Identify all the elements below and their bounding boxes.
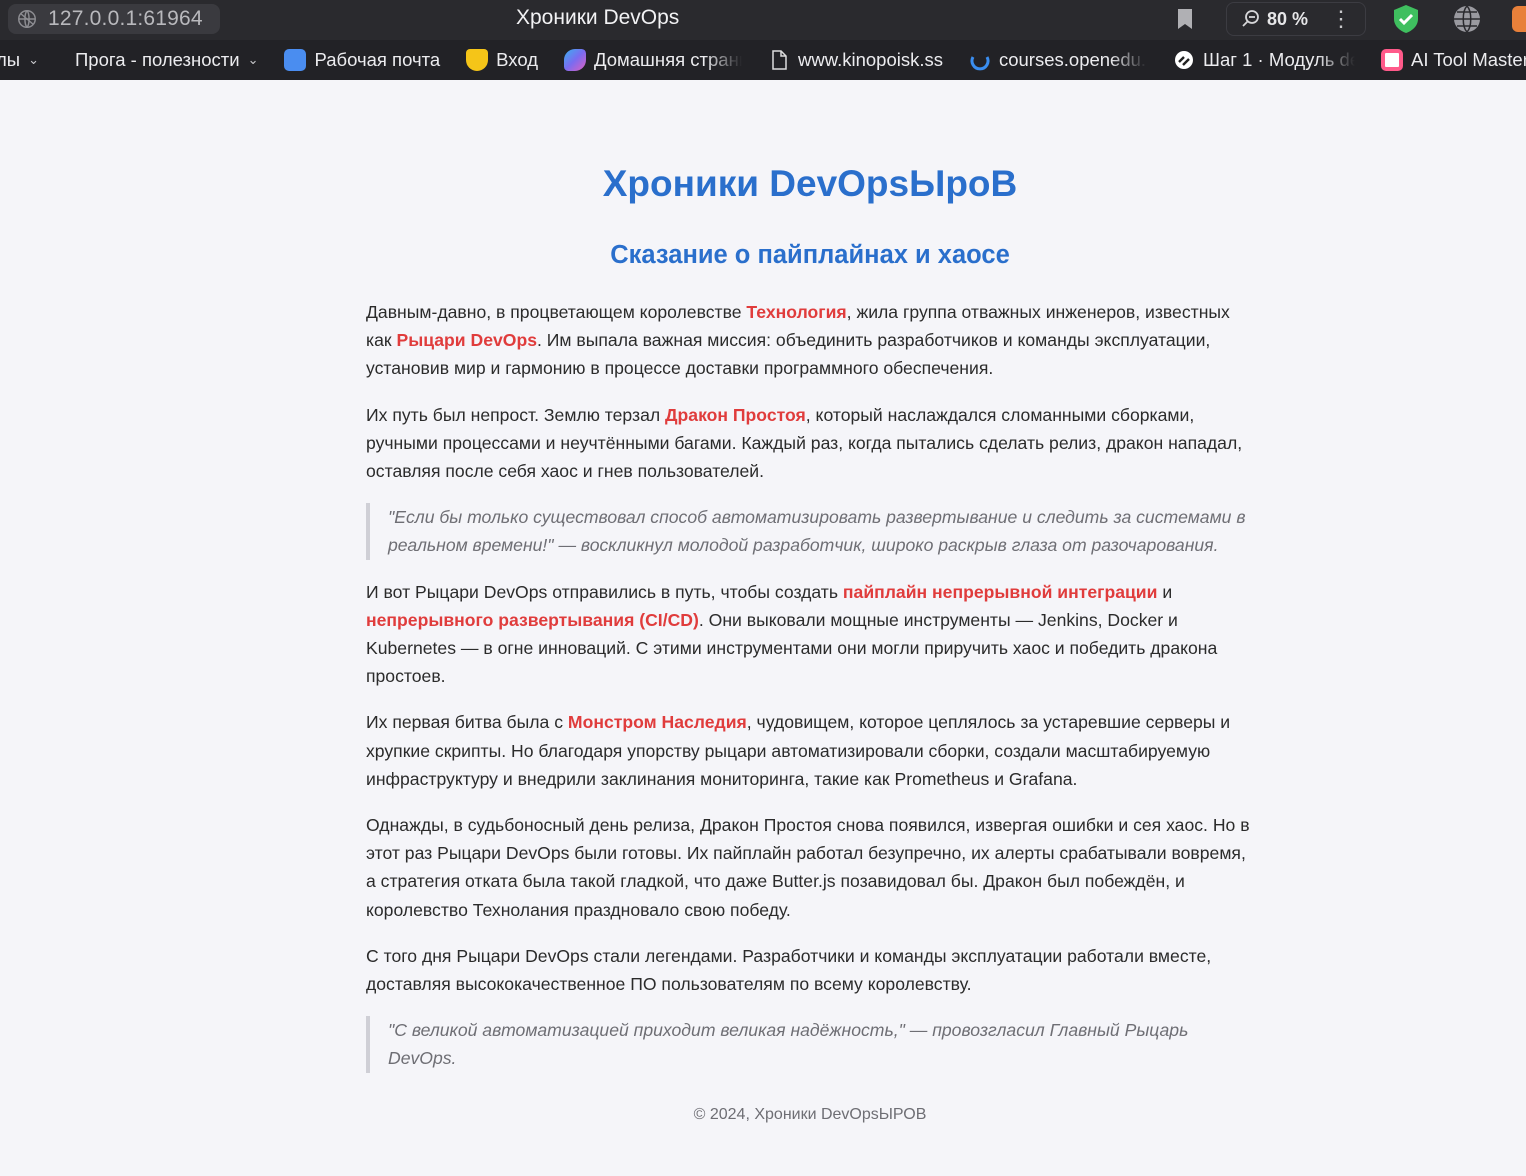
page-subtitle: Сказание о пайплайнах и хаосе bbox=[610, 241, 1010, 269]
bookmark-label: Рабочая почта bbox=[314, 49, 441, 70]
address-bar[interactable]: 127.0.0.1:61964 bbox=[8, 4, 220, 34]
highlight-cd: непрерывного развертывания (CI/CD) bbox=[366, 609, 699, 630]
paragraph-4: Их первая битва была с Монстром Наследия… bbox=[366, 708, 1254, 793]
text: Их первая битва была с bbox=[366, 712, 568, 733]
paragraph-6: С того дня Рыцари DevOps стали легендами… bbox=[366, 945, 1212, 995]
page-viewport: Хроники DevOpsЫроВ Сказание о пайплайнах… bbox=[0, 80, 1526, 1176]
paragraph-1: Давным-давно, в процветающем королевстве… bbox=[366, 298, 1254, 383]
browser-top-bar: 127.0.0.1:61964 Хроники DevOps 80 % ⋮ bbox=[0, 0, 1526, 40]
blockquote-1: "Если бы только существовал способ автом… bbox=[366, 503, 1254, 560]
bookmark-label: www.kinopoisk.ss bbox=[798, 49, 943, 70]
chevron-down-icon: ⌄ bbox=[28, 52, 39, 67]
highlight-ci: пайплайн непрерывной интеграции bbox=[842, 581, 1158, 602]
shield-check-icon[interactable] bbox=[1390, 3, 1422, 35]
bookmark-label: AI Tool Master List bbox=[1410, 49, 1526, 70]
zoom-level: 80 % bbox=[1267, 8, 1309, 29]
clickup-icon bbox=[1380, 49, 1403, 71]
highlight-technolandia: Технология bbox=[746, 302, 847, 322]
footer: © 2024, Хроники DevOpsЫРОВ bbox=[693, 1106, 927, 1123]
bookmark-label: Домашняя страни bbox=[594, 49, 743, 70]
text: И вот Рыцари DevOps отправились в путь, … bbox=[366, 581, 843, 602]
site-info-icon[interactable] bbox=[16, 8, 38, 30]
bookmark-icon[interactable] bbox=[1174, 7, 1196, 31]
text: Их путь был непрост. Землю терзал bbox=[366, 404, 666, 425]
story-body: Давным-давно, в процветающем королевстве… bbox=[366, 298, 1254, 1091]
bookmark-label: Шаг 1 · Модуль de bbox=[1202, 49, 1355, 70]
highlight-dragon: Дракон Простоя bbox=[665, 404, 806, 425]
zoom-icon bbox=[1242, 10, 1259, 27]
language-globe-icon[interactable] bbox=[1452, 4, 1482, 34]
bookmarks-bar: лы ⌄ Прога - полезности ⌄ Рабочая почта … bbox=[0, 40, 1526, 80]
paragraph-5: Однажды, в судьбоносный день релиза, Дра… bbox=[366, 815, 1250, 920]
chevron-down-icon: ⌄ bbox=[247, 52, 259, 67]
bookmark-folder-1[interactable]: лы ⌄ bbox=[0, 49, 39, 71]
bookmark-work-mail[interactable]: Рабочая почта bbox=[284, 49, 440, 71]
text: Давным-давно, в процветающем королевстве bbox=[366, 302, 747, 322]
bookmark-label: courses.openedu.r bbox=[998, 49, 1147, 70]
bookmark-openedu[interactable]: courses.openedu.r bbox=[969, 49, 1147, 71]
bookmark-folder-2[interactable]: Прога - полезности ⌄ bbox=[75, 49, 258, 71]
bookmark-kinopoisk[interactable]: www.kinopoisk.ss bbox=[768, 49, 943, 71]
shield-badge-icon bbox=[466, 49, 489, 71]
paragraph-3: И вот Рыцари DevOps отправились в путь, … bbox=[366, 578, 1254, 691]
bookmark-stepik[interactable]: Шаг 1 · Модуль de bbox=[1173, 49, 1355, 71]
document-icon bbox=[772, 50, 787, 70]
highlight-legacy-monster: Монстром Наследия bbox=[567, 712, 747, 733]
bookmark-label: Вход bbox=[496, 49, 539, 70]
copilot-icon bbox=[564, 49, 587, 71]
bookmark-label: лы bbox=[0, 49, 21, 70]
mail-icon bbox=[284, 49, 307, 71]
paragraph-2: Их путь был непрост. Землю терзал Дракон… bbox=[366, 401, 1254, 486]
bookmark-home[interactable]: Домашняя страни bbox=[564, 49, 742, 71]
url-text[interactable]: 127.0.0.1:61964 bbox=[48, 7, 203, 31]
extension-icon[interactable] bbox=[1512, 6, 1526, 32]
highlight-knights: Рыцари DevOps bbox=[396, 330, 537, 351]
loader-icon bbox=[970, 56, 990, 71]
tab-title: Хроники DevOps bbox=[516, 6, 680, 29]
text: и bbox=[1157, 581, 1173, 602]
bookmark-label: Прога - полезности bbox=[75, 49, 240, 70]
more-menu-icon[interactable]: ⋮ bbox=[1330, 6, 1352, 32]
bookmark-ai-tools[interactable]: AI Tool Master List bbox=[1380, 49, 1526, 71]
blockquote-2: "С великой автоматизацией приходит велик… bbox=[366, 1016, 1254, 1073]
bookmark-login[interactable]: Вход bbox=[466, 49, 538, 71]
page-title: Хроники DevOpsЫроВ bbox=[602, 163, 1018, 204]
stepik-icon bbox=[1174, 51, 1193, 69]
